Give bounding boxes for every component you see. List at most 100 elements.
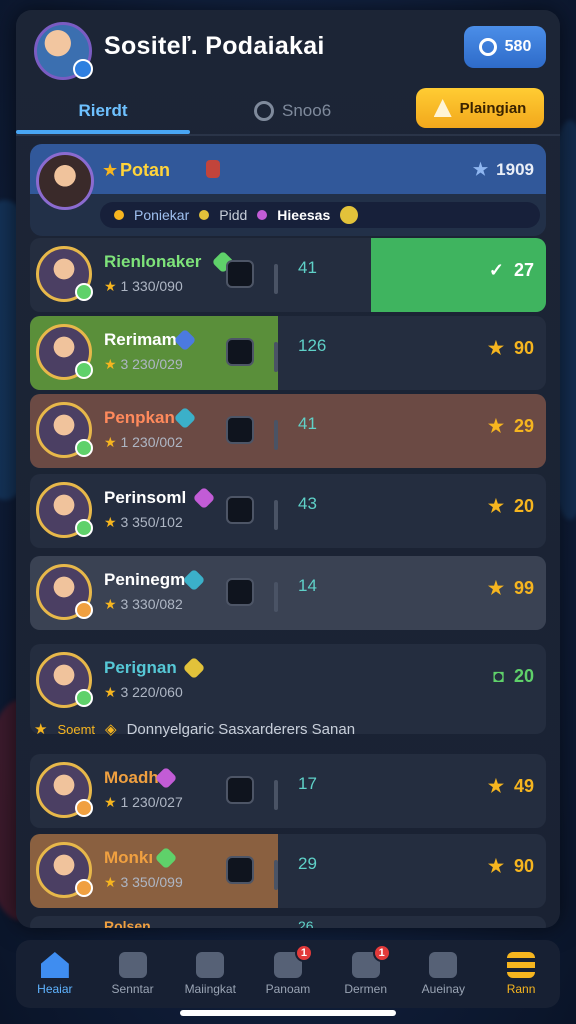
- leader-row[interactable]: ★ Potan ★ 1909 Poniekar Pidd Hieesas: [30, 144, 546, 236]
- divider-bar: [274, 582, 278, 612]
- nav-label: Rann: [506, 982, 536, 996]
- coins-button[interactable]: 580: [464, 26, 546, 68]
- points-value: 49: [513, 776, 534, 796]
- score: 126: [298, 336, 327, 355]
- star-icon: ★: [104, 514, 121, 530]
- dot-icon: [114, 210, 124, 220]
- tab-rierdt[interactable]: Rierdt: [16, 88, 190, 134]
- divider-bar: [274, 860, 278, 890]
- nav-item-dermen[interactable]: Dermen 1: [331, 944, 401, 996]
- tab-snoo6[interactable]: Snoo6: [254, 88, 374, 134]
- alert-icon: [433, 99, 452, 117]
- nav-item-heaiar[interactable]: Heaiar: [20, 952, 90, 996]
- star-icon: ★: [487, 776, 504, 796]
- points: ◘ 20: [493, 666, 534, 687]
- row-subtext: ★ 3 350/102: [104, 514, 183, 531]
- nav-label: Aueinay: [421, 982, 466, 996]
- row-stats: 3 330/082: [120, 596, 183, 612]
- gem-icon: [192, 486, 215, 510]
- button-label: Plaingian: [459, 99, 527, 117]
- points-value: 90: [513, 338, 534, 358]
- ranking-row[interactable]: Rerimam ★ 3 230/029 126 ★ 90: [30, 316, 546, 390]
- level-badge-icon: [75, 361, 93, 379]
- points-value: 1909: [496, 160, 534, 179]
- menu-icon: [507, 952, 536, 978]
- avatar-badge-icon: [73, 59, 93, 79]
- tag: Hieesas: [277, 207, 331, 223]
- level-badge-icon: [75, 283, 93, 301]
- divider-bar: [274, 342, 278, 372]
- player-name: Potan: [120, 160, 171, 180]
- star-icon: ★: [487, 416, 504, 436]
- nav-label: Dermen: [344, 982, 387, 996]
- avatar: [36, 762, 93, 818]
- tag: Pidd: [219, 207, 248, 223]
- score: 26: [298, 918, 314, 928]
- divider-bar: [274, 500, 278, 530]
- player-name: Penpkan: [104, 408, 175, 427]
- row-subtext: ★ 3 350/099: [104, 874, 183, 891]
- page-title: Sositeľ. Podaiakai: [104, 32, 325, 60]
- gem-icon: [182, 656, 206, 680]
- nav-item-senntar[interactable]: Senntar: [98, 952, 168, 996]
- star-icon: ★: [104, 356, 121, 372]
- ranking-row[interactable]: Penpkan ★ 1 230/002 41 ★ 29: [30, 394, 546, 468]
- level-badge-icon: [75, 799, 93, 817]
- points-value: 27: [513, 260, 534, 280]
- nav-item-panoam[interactable]: Panoam 1: [253, 944, 323, 996]
- row-stats: 3 220/060: [120, 684, 183, 700]
- nav-item-aueinay[interactable]: Aueinay: [408, 952, 478, 996]
- footer-note: ★ Soemt ◈ Donnyelgaric Sasxarderers Sana…: [34, 720, 355, 739]
- avatar: [36, 246, 93, 302]
- avatar: [36, 842, 93, 898]
- ranking-row[interactable]: Monkı ★ 3 350/099 29 ★ 90: [30, 834, 546, 908]
- score: 43: [298, 494, 317, 513]
- nav-item-maiingkat[interactable]: Maiingkat: [175, 952, 245, 996]
- plaingian-button[interactable]: Plaingian: [416, 88, 544, 128]
- partial-row[interactable]: Rolsen 26: [30, 916, 546, 928]
- level-badge-icon: [75, 879, 93, 897]
- points-value: 20: [513, 496, 534, 516]
- star-icon: ★: [104, 596, 121, 612]
- avatar: [36, 652, 93, 708]
- ranking-row[interactable]: Peninegm ★ 3 330/082 14 ★ 99: [30, 556, 546, 630]
- item-icon: [226, 496, 254, 524]
- nav-label: Maiingkat: [184, 982, 236, 996]
- avatar: [36, 152, 94, 210]
- ranking-row[interactable]: Perinsoml ★ 3 350/102 43 ★ 20: [30, 474, 546, 548]
- divider-bar: [274, 780, 278, 810]
- user-avatar[interactable]: [34, 22, 93, 80]
- profile-icon: [429, 952, 458, 978]
- star-icon: ★: [104, 684, 121, 700]
- points: ★ 90: [488, 856, 534, 877]
- crown-icon: ★: [102, 160, 119, 180]
- level-badge-icon: [75, 439, 93, 457]
- star-icon: ★: [472, 160, 489, 179]
- points: ★ 1909: [473, 160, 534, 180]
- level-badge-icon: [75, 689, 93, 707]
- score: 29: [298, 854, 317, 873]
- avatar: [36, 482, 93, 538]
- clock-icon: [254, 101, 274, 121]
- score: 41: [298, 258, 317, 277]
- check-icon: ✓: [488, 260, 504, 280]
- player-name: Moadh: [104, 768, 159, 787]
- nav-item-rann[interactable]: Rann: [486, 952, 556, 996]
- star-icon: [118, 952, 147, 978]
- coin-icon: [199, 210, 210, 220]
- leader-tags: Poniekar Pidd Hieesas: [100, 202, 540, 228]
- player-name: Perignan: [104, 658, 177, 677]
- item-icon: [226, 338, 254, 366]
- ranking-row[interactable]: Moadh ★ 1 230/027 17 ★ 49: [30, 754, 546, 828]
- progress-fill: [30, 556, 546, 630]
- row-subtext: ★ 3 220/060: [104, 684, 183, 701]
- ranking-row[interactable]: Rienlonaker ★ 1 330/090 41 ✓ 27: [30, 238, 546, 312]
- row-stats: 3 230/029: [120, 356, 183, 372]
- currency-icon: [478, 38, 497, 56]
- points: ✓ 27: [489, 260, 534, 281]
- notification-badge: 1: [372, 944, 391, 962]
- star-icon: ★: [104, 278, 121, 294]
- nav-label: Senntar: [111, 982, 154, 996]
- tab-bar: Rierdt Snoo6 Plaingian: [16, 88, 560, 134]
- star-icon: ★: [104, 794, 121, 810]
